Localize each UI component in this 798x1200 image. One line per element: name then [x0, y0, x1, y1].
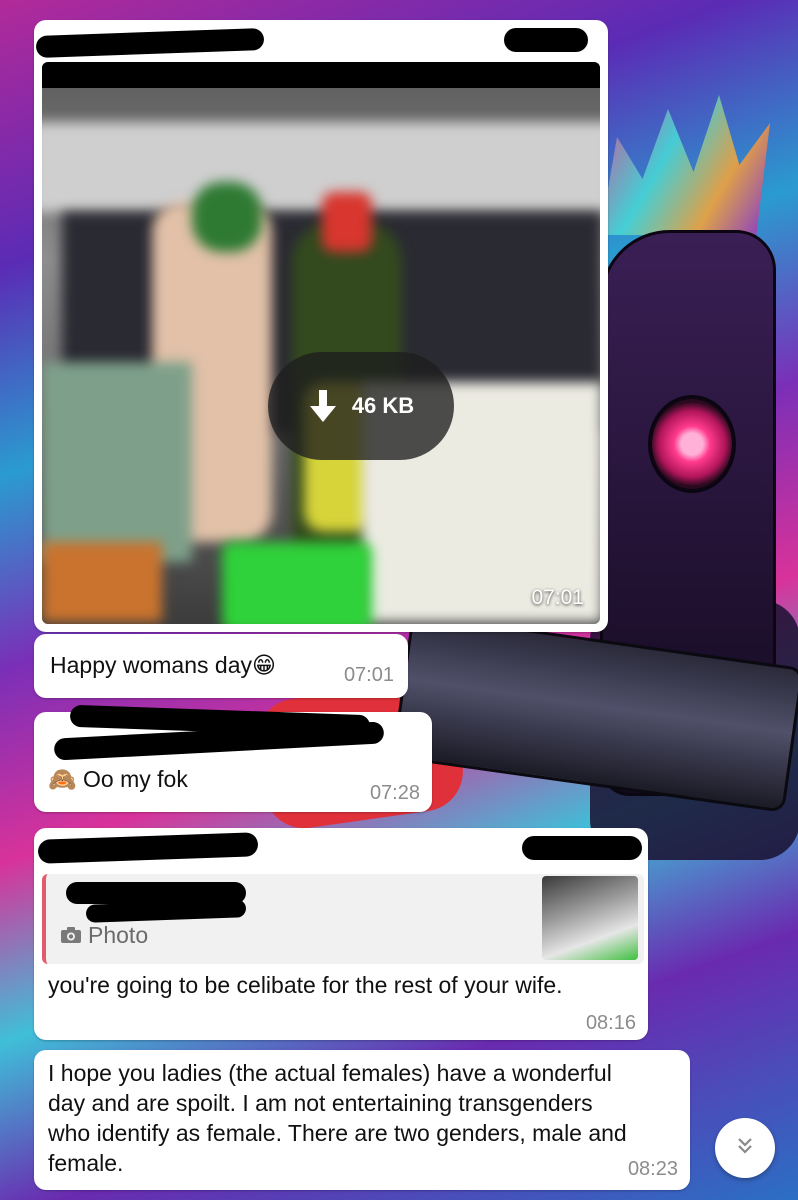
- message-timestamp: 07:28: [369, 782, 420, 804]
- long-message-bubble[interactable]: I hope you ladies (the actual females) h…: [34, 1050, 690, 1190]
- redacted-sender-number: [504, 28, 588, 52]
- camera-icon: [60, 926, 82, 949]
- photo-blur-shape: [192, 182, 262, 252]
- quoted-message[interactable]: Photo: [42, 874, 644, 964]
- grinning-emoji-icon: 😁: [252, 652, 276, 678]
- photo-blur-shape: [42, 542, 162, 622]
- redacted-sender-number: [522, 836, 642, 860]
- photo-blur-shape: [42, 122, 600, 212]
- message-timestamp: 08:23: [627, 1158, 678, 1180]
- download-size: 46 KB: [351, 393, 415, 418]
- wallpaper-helmet-eye: [648, 395, 736, 493]
- redacted-sender-name: [37, 832, 259, 864]
- message-timestamp: 08:16: [585, 1012, 636, 1034]
- message-text: 🙈 Oo my fok: [48, 764, 188, 794]
- photo-blur-shape: [322, 192, 372, 252]
- quoted-photo-thumbnail: [542, 876, 638, 960]
- image-attachment[interactable]: 46 KB 07:01: [42, 62, 600, 624]
- monkey-message-text: Oo my fok: [83, 766, 188, 792]
- photo-blur-shape: [222, 542, 372, 624]
- double-chevron-down-icon: [733, 1134, 757, 1163]
- redacted-sender-name: [35, 28, 265, 58]
- long-message-text: I hope you ladies (the actual females) h…: [48, 1060, 627, 1176]
- caption-text: Happy womans day: [50, 652, 252, 678]
- image-message-bubble[interactable]: 46 KB 07:01: [34, 20, 608, 632]
- image-timestamp: 07:01: [531, 586, 584, 609]
- download-button[interactable]: 46 KB: [268, 352, 454, 460]
- incoming-message-bubble[interactable]: 🙈 Oo my fok 07:28: [34, 704, 432, 812]
- download-arrow-icon: [308, 386, 338, 426]
- message-timestamp: 07:01: [343, 664, 394, 686]
- scroll-to-bottom-button[interactable]: [715, 1118, 775, 1178]
- caption-message-bubble[interactable]: Happy womans day😁 07:01: [34, 634, 408, 698]
- photo-dark-band: [42, 62, 600, 88]
- photo-blur-shape: [42, 362, 192, 562]
- message-text: Happy womans day😁: [50, 650, 276, 680]
- quoted-photo-label: Photo: [88, 922, 149, 948]
- reply-message-bubble[interactable]: Photo you're going to be celibate for th…: [34, 828, 648, 1040]
- reply-message-text: you're going to be celibate for the rest…: [48, 972, 563, 998]
- see-no-evil-monkey-icon: 🙈: [48, 766, 77, 792]
